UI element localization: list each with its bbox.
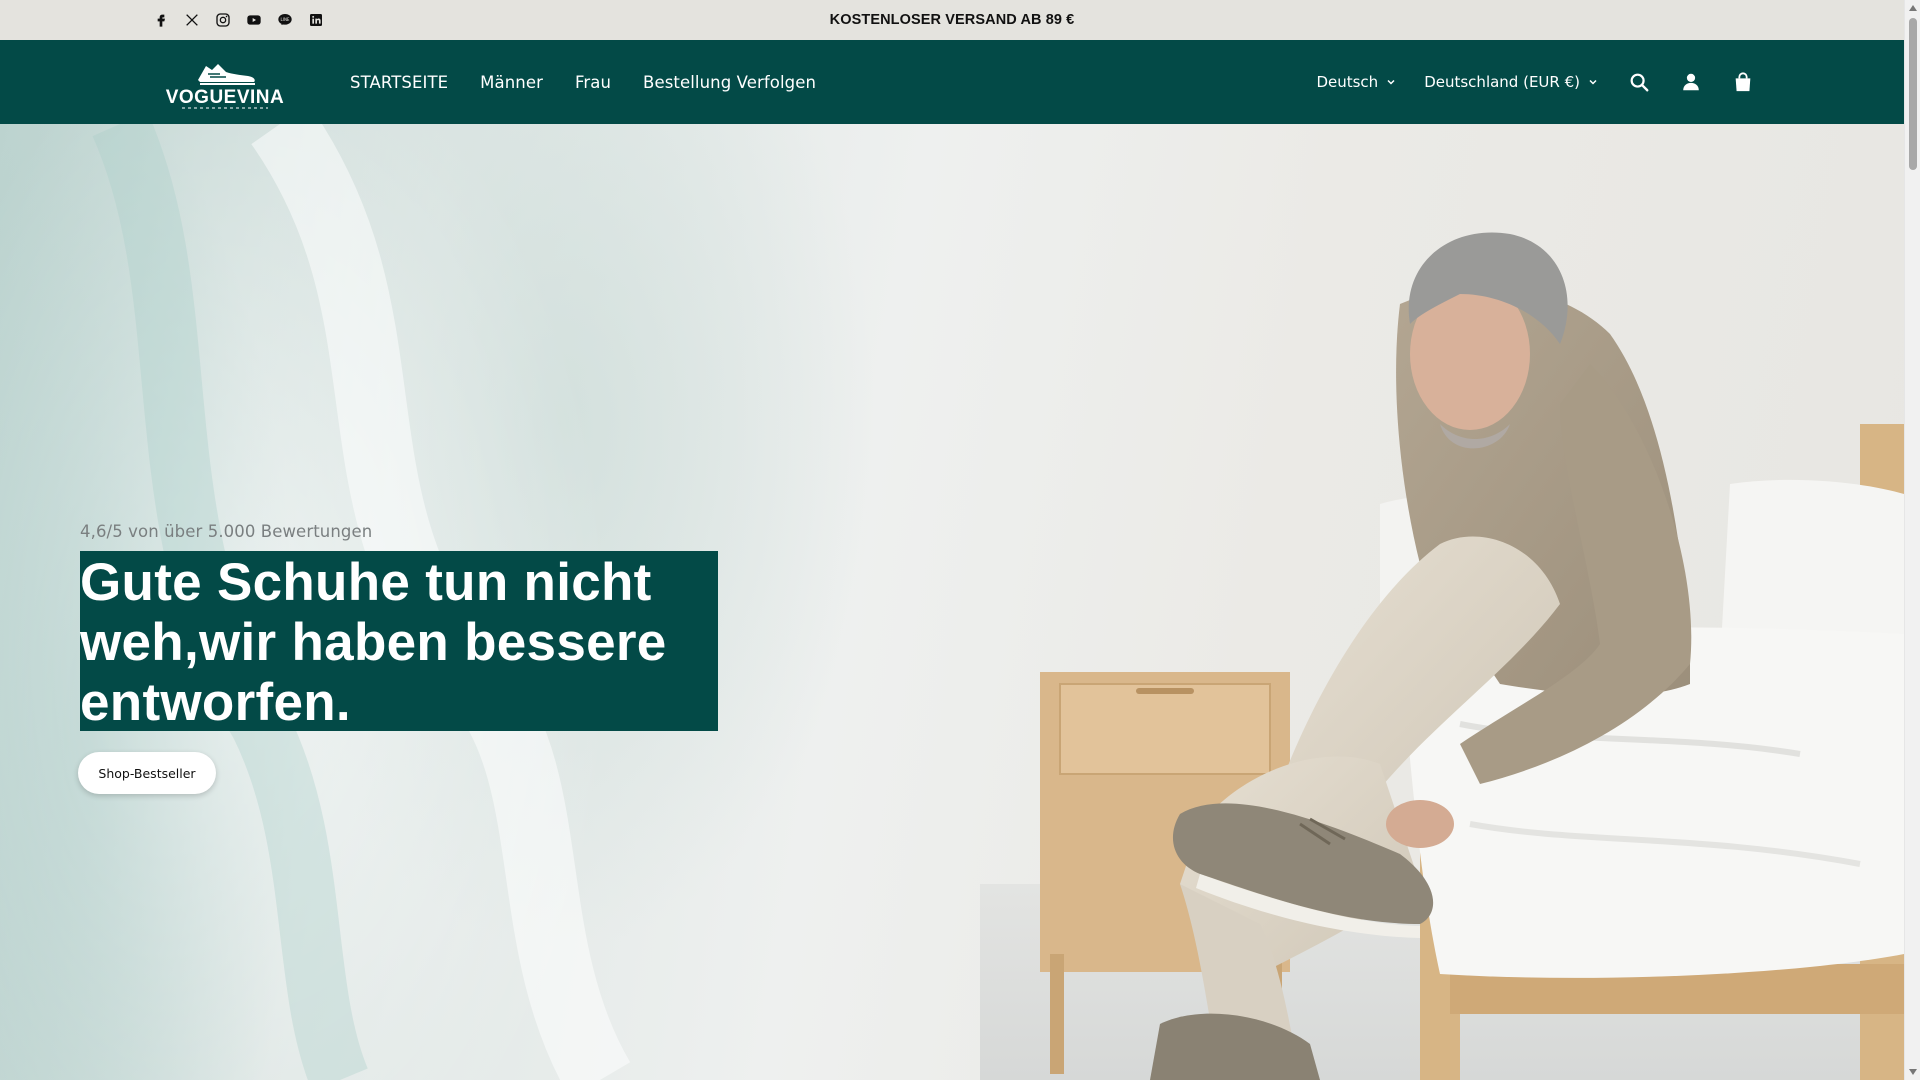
cart-icon[interactable] <box>1732 71 1754 93</box>
nav-item-maenner[interactable]: Männer <box>480 73 543 92</box>
site-header: VOGUEVINA STARTSEITE Männer Frau Bestell… <box>0 40 1904 124</box>
chevron-down-icon <box>1589 79 1597 85</box>
logo-wordmark: VOGUEVINA <box>166 87 285 108</box>
language-selector[interactable]: Deutsch <box>1316 73 1396 91</box>
headline-line: Gute Schuhe tun nicht <box>80 553 652 612</box>
scroll-down-arrow-icon[interactable] <box>1905 1064 1920 1080</box>
nav-item-frau[interactable]: Frau <box>575 73 611 92</box>
page-scrollbar[interactable] <box>1904 0 1920 1080</box>
hero-banner: 4,6/5 von über 5.000 Bewertungen Gute Sc… <box>0 124 1904 1080</box>
headline-line: weh,wir haben bessere <box>80 613 667 672</box>
shop-bestseller-button[interactable]: Shop-Bestseller <box>78 752 216 794</box>
rating-text: 4,6/5 von über 5.000 Bewertungen <box>80 522 373 541</box>
headline-line: entworfen. <box>80 673 351 732</box>
announcement-bar: LINE KOSTENLOSER VERSAND AB 89 € <box>0 0 1904 40</box>
country-label: Deutschland (EUR €) <box>1424 73 1580 91</box>
nav-item-bestellung-verfolgen[interactable]: Bestellung Verfolgen <box>643 73 816 92</box>
chevron-down-icon <box>1387 79 1395 85</box>
main-nav: STARTSEITE Männer Frau Bestellung Verfol… <box>350 40 816 124</box>
announcement-text: KOSTENLOSER VERSAND AB 89 € <box>829 12 1075 28</box>
site-logo[interactable]: VOGUEVINA <box>160 50 290 112</box>
search-icon[interactable] <box>1628 71 1650 93</box>
scrollbar-thumb[interactable] <box>1909 18 1917 170</box>
header-actions: Deutsch Deutschland (EUR €) <box>1316 40 1754 124</box>
account-icon[interactable] <box>1680 71 1702 93</box>
country-selector[interactable]: Deutschland (EUR €) <box>1424 73 1598 91</box>
scroll-up-arrow-icon[interactable] <box>1905 0 1920 16</box>
language-label: Deutsch <box>1316 73 1379 91</box>
nav-item-startseite[interactable]: STARTSEITE <box>350 73 448 92</box>
hero-headline: Gute Schuhe tun nicht weh,wir haben bess… <box>80 551 718 733</box>
